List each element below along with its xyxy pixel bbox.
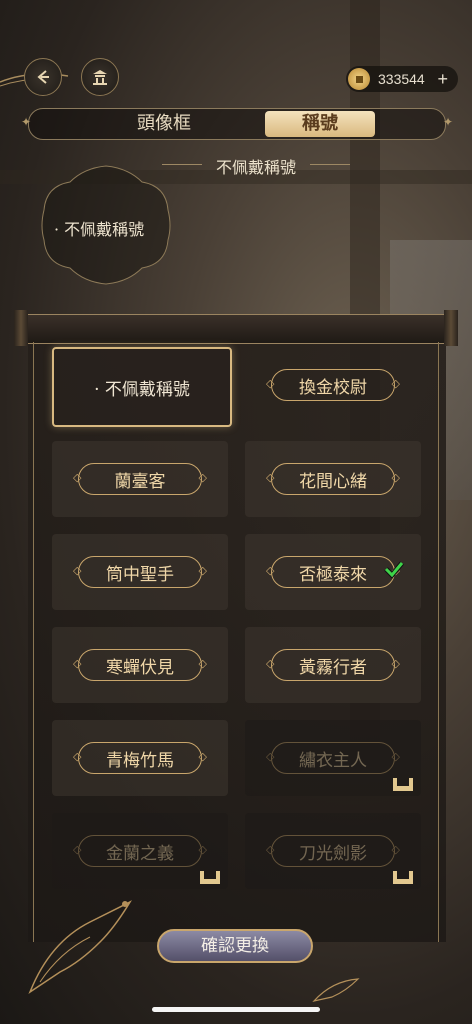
panel-border [438, 342, 439, 942]
title-card[interactable]: 寒蟬伏見 [52, 627, 228, 703]
bird-ornament [312, 978, 360, 1002]
title-label: 刀光劍影 [266, 835, 400, 867]
scroll-rod-cap [444, 310, 458, 346]
title-label: 換金校尉 [266, 369, 400, 401]
pavilion-icon [93, 70, 107, 85]
title-card-locked[interactable]: 繡衣主人 [245, 720, 421, 796]
title-card-locked[interactable]: 刀光劍影 [245, 813, 421, 889]
currency-value: 333544 [378, 71, 425, 87]
title-label: 否極泰來 [266, 556, 400, 588]
back-button[interactable] [24, 58, 62, 96]
title-card[interactable]: 黃霧行者 [245, 627, 421, 703]
lock-icon [200, 871, 220, 884]
scroll-rod [16, 314, 456, 344]
title-card[interactable]: 花間心緒 [245, 441, 421, 517]
lock-icon [393, 778, 413, 791]
title-card[interactable]: 筒中聖手 [52, 534, 228, 610]
title-label: · 不佩戴稱號 [94, 380, 190, 400]
crane-ornament [28, 900, 132, 994]
title-card-equipped[interactable]: 否極泰來 [245, 534, 421, 610]
title-label: 黃霧行者 [266, 649, 400, 681]
title-preview: · 不佩戴稱號 [38, 160, 174, 290]
home-indicator [152, 1007, 320, 1012]
title-card-locked[interactable]: 金蘭之義 [52, 813, 228, 889]
currency-display: 333544 + [346, 66, 458, 92]
tab-avatar-frame[interactable]: 頭像框 [89, 109, 239, 139]
coin-icon [348, 68, 370, 90]
title-card-none[interactable]: · 不佩戴稱號 [52, 347, 232, 427]
title-label: 筒中聖手 [73, 556, 207, 588]
title-card[interactable]: 青梅竹馬 [52, 720, 228, 796]
plus-icon[interactable]: + [437, 69, 448, 90]
tab-bar: 頭像框 稱號 [21, 108, 453, 140]
scroll-rod-cap [14, 310, 28, 346]
lock-icon [393, 871, 413, 884]
checkmark-icon [384, 561, 404, 579]
title-label: 蘭臺客 [73, 463, 207, 495]
panel-border [33, 342, 34, 942]
title-label: 繡衣主人 [266, 742, 400, 774]
title-label: 花間心緒 [266, 463, 400, 495]
title-card[interactable]: 蘭臺客 [52, 441, 228, 517]
home-button[interactable] [81, 58, 119, 96]
title-label: 寒蟬伏見 [73, 649, 207, 681]
title-card[interactable]: 換金校尉 [245, 347, 421, 423]
back-arrow-icon [37, 70, 49, 84]
title-label: 金蘭之義 [73, 835, 207, 867]
preview-title-text: · 不佩戴稱號 [54, 220, 145, 239]
tab-title[interactable]: 稱號 [265, 111, 375, 137]
current-title-label: 不佩戴稱號 [162, 154, 350, 178]
confirm-change-button[interactable]: 確認更換 [157, 929, 313, 963]
title-label: 青梅竹馬 [73, 742, 207, 774]
